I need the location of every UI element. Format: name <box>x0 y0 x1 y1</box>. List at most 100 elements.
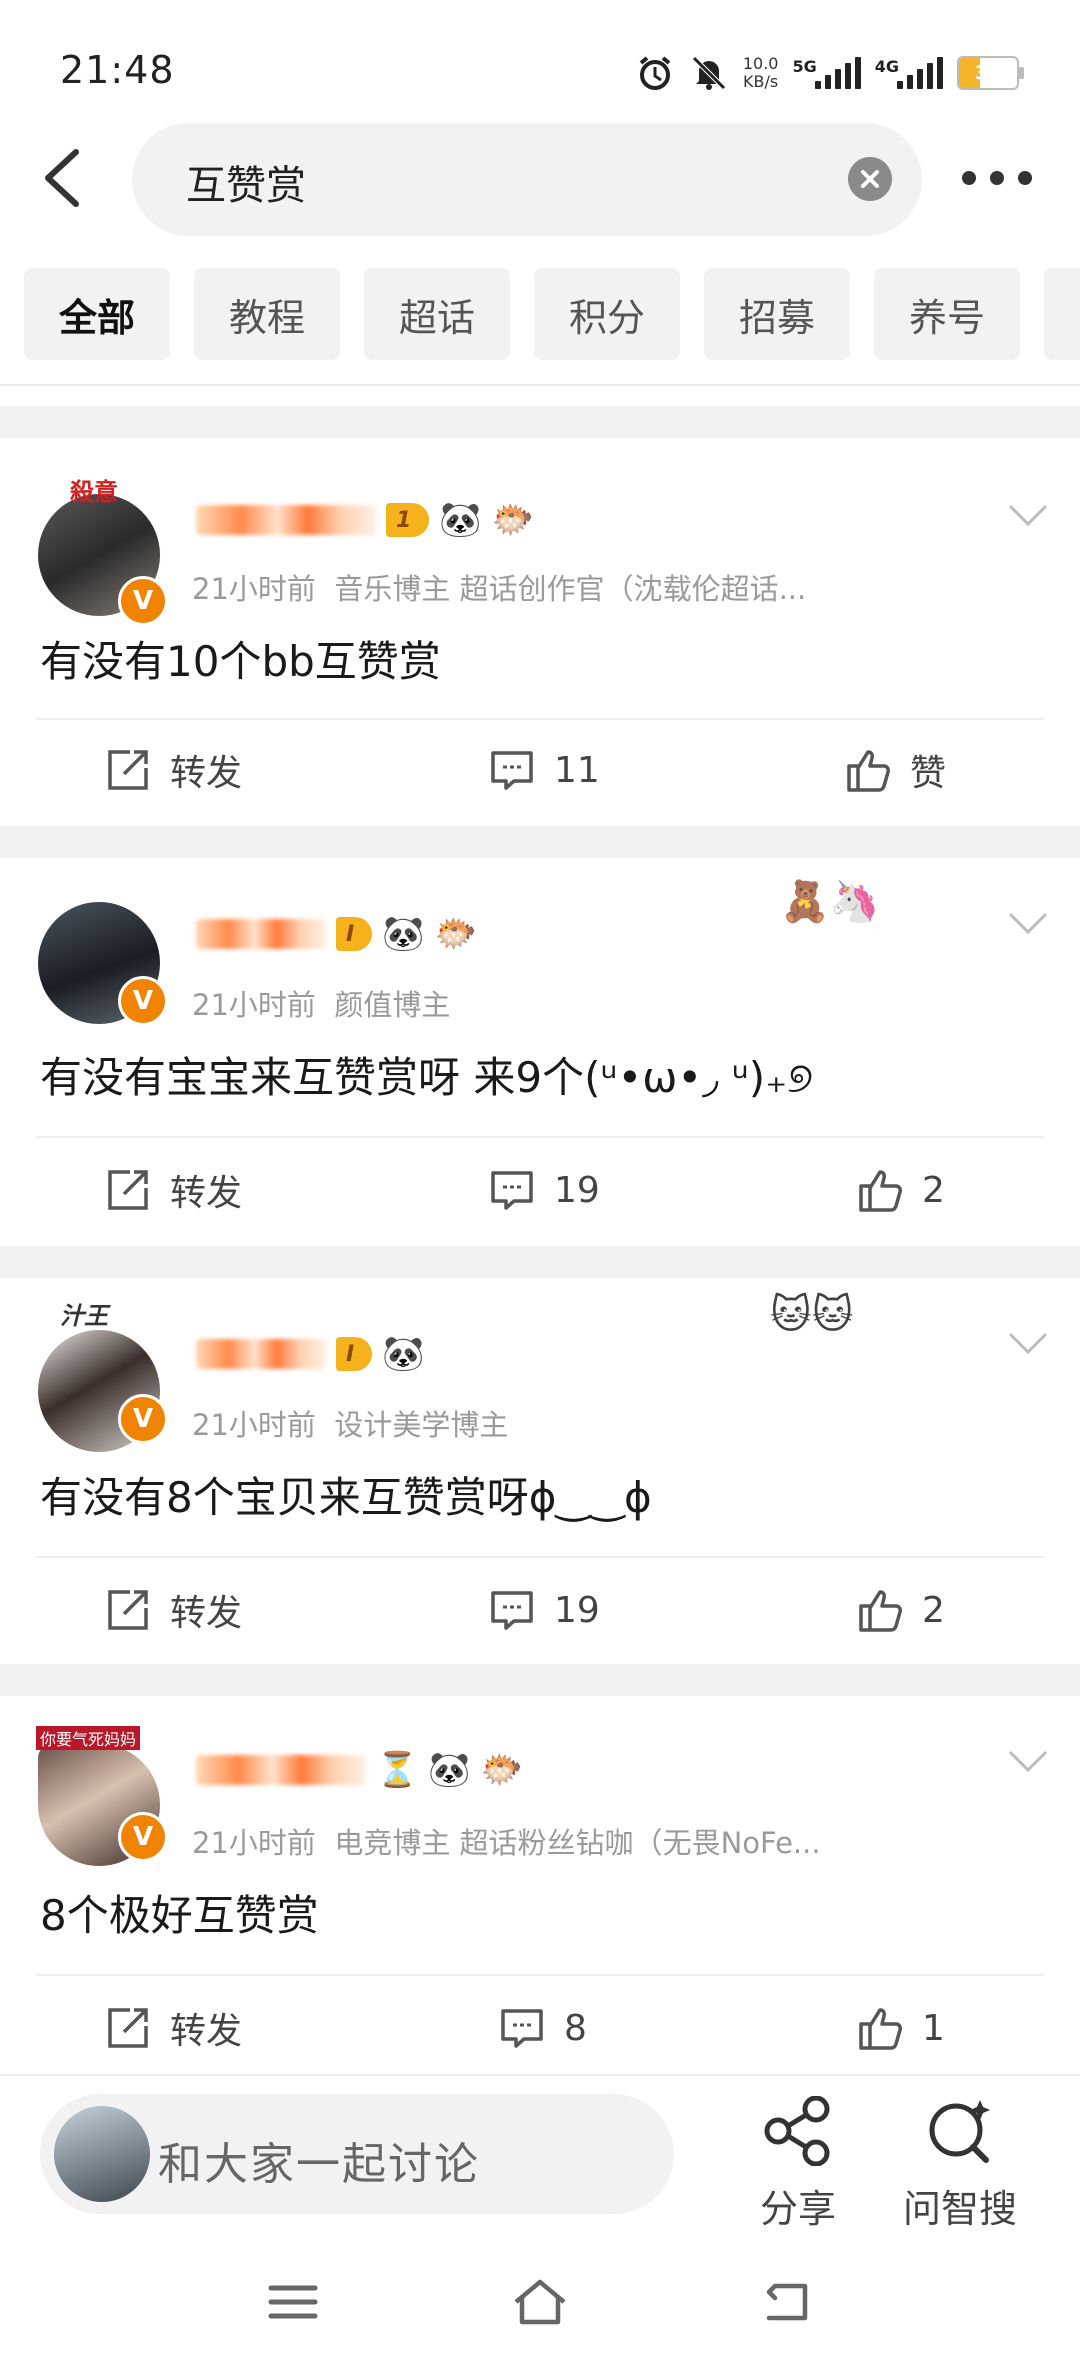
battery-icon: 36 <box>957 56 1024 90</box>
section-gap <box>0 1664 1080 1696</box>
section-gap <box>0 1246 1080 1278</box>
tab-tutorial[interactable]: 教程 <box>194 268 340 360</box>
search-query: 互赞赏 <box>186 163 306 209</box>
forward-button[interactable]: 转发 <box>104 1998 242 2058</box>
comment-icon <box>501 2009 543 2048</box>
post-meta: 21小时前 颜值博主 <box>192 988 451 1022</box>
clear-search-icon[interactable] <box>848 157 892 201</box>
system-nav-bar <box>0 2246 1080 2358</box>
comment-placeholder: 和大家一起讨论 <box>158 2139 480 2190</box>
username-blurred <box>196 505 376 535</box>
level-badge: I <box>336 1337 373 1371</box>
menu-icon[interactable] <box>265 2274 321 2330</box>
forward-button[interactable]: 转发 <box>104 740 242 800</box>
forward-icon <box>108 2008 148 2048</box>
avatar-frame-label: 殺意 <box>70 478 118 506</box>
like-button[interactable]: 赞 <box>844 740 946 800</box>
post-card[interactable]: 汁王 V I 🐼 🐱🐱 21小时前 设计美学博主 有没有8个宝贝来互赞赏呀ɸ‿‿… <box>0 1278 1080 1664</box>
divider <box>36 1556 1044 1558</box>
fish-icon: 🐡 <box>434 914 477 954</box>
comment-button[interactable]: 19 <box>488 1160 600 1220</box>
forward-button[interactable]: 转发 <box>104 1160 242 1220</box>
username-row[interactable]: ⏳ 🐼 🐡 <box>196 1748 523 1792</box>
network-speed: 10.0 KB/s <box>742 54 779 91</box>
chevron-down-icon[interactable] <box>1006 1328 1050 1358</box>
hourglass-icon: ⏳ <box>376 1750 419 1790</box>
verified-badge-icon: V <box>118 976 168 1026</box>
verified-badge-icon: V <box>118 1394 168 1444</box>
username-row[interactable]: I 🐼 <box>196 1332 425 1376</box>
comment-button[interactable]: 19 <box>488 1580 600 1640</box>
divider <box>36 1136 1044 1138</box>
username-blurred <box>196 1339 326 1369</box>
comment-icon <box>491 751 533 790</box>
thumbs-up-icon <box>859 1590 902 1632</box>
like-button[interactable]: 1 <box>856 1998 945 2058</box>
forward-icon <box>108 1170 148 1210</box>
comment-button[interactable]: 8 <box>498 1998 587 2058</box>
post-card[interactable]: 殺意 V 1 🐼 🐡 21小时前 音乐博主 超话创作官（沈载伦超话... 有没有… <box>0 438 1080 826</box>
bell-off-icon <box>692 56 726 90</box>
back-arrow-icon[interactable] <box>38 148 94 208</box>
chevron-down-icon[interactable] <box>1006 1746 1050 1776</box>
search-input[interactable]: 互赞赏 <box>132 123 922 236</box>
post-meta: 21小时前 电竞博主 超话粉丝钻咖（无畏NoFe... <box>192 1826 821 1860</box>
panda-icon: 🐼 <box>439 500 482 540</box>
panda-icon: 🐼 <box>382 1334 425 1374</box>
post-content[interactable]: 有没有宝宝来互赞赏呀 来9个(ᵘ•ω•◞ ᵘ)₊୭ <box>40 1044 813 1105</box>
username-blurred <box>196 1755 366 1785</box>
section-gap <box>0 406 1080 438</box>
post-content[interactable]: 有没有8个宝贝来互赞赏呀ɸ‿‿ɸ <box>40 1464 652 1525</box>
like-button[interactable]: 2 <box>856 1580 945 1640</box>
tab-recruit[interactable]: 招募 <box>704 268 850 360</box>
more-options-button[interactable] <box>962 160 1032 196</box>
comment-icon <box>491 1591 533 1630</box>
chevron-down-icon[interactable] <box>1006 500 1050 530</box>
divider <box>36 1974 1044 1976</box>
back-icon[interactable] <box>759 2274 815 2330</box>
bear-sticker-icon: 🧸🦄 <box>780 879 880 925</box>
share-button[interactable]: 分享 <box>748 2095 848 2233</box>
alarm-icon <box>639 56 671 90</box>
level-badge: 1 <box>386 503 430 537</box>
bottom-action-bar: 和大家一起讨论 分享 问智搜 <box>0 2074 1080 2246</box>
share-icon <box>764 2095 830 2167</box>
fish-icon: 🐡 <box>480 1750 524 1790</box>
chevron-down-icon[interactable] <box>1006 908 1050 938</box>
level-badge: I <box>336 917 373 951</box>
home-icon[interactable] <box>512 2274 568 2330</box>
post-meta: 21小时前 设计美学博主 <box>192 1408 509 1442</box>
post-card[interactable]: 你要气死妈妈 V ⏳ 🐼 🐡 21小时前 电竞博主 超话粉丝钻咖（无畏NoFe.… <box>0 1696 1080 2074</box>
cat-sticker-icon: 🐱🐱 <box>770 1292 854 1338</box>
post-content[interactable]: 有没有10个bb互赞赏 <box>40 628 441 689</box>
comment-icon <box>491 1171 533 1210</box>
avatar-frame-label: 汁王 <box>60 1302 108 1330</box>
post-card[interactable]: V I 🐼 🐡 🧸🦄 21小时前 颜值博主 有没有宝宝来互赞赏呀 来9个(ᵘ•ω… <box>0 858 1080 1246</box>
like-button[interactable]: 2 <box>856 1160 945 1220</box>
tab-account-raising[interactable]: 养号 <box>874 268 1020 360</box>
comment-button[interactable]: 11 <box>488 740 600 800</box>
panda-icon: 🐼 <box>428 1750 471 1790</box>
smart-search-icon <box>929 2100 990 2163</box>
comment-input[interactable]: 和大家一起讨论 <box>40 2094 674 2214</box>
post-meta: 21小时前 音乐博主 超话创作官（沈载伦超话... <box>192 572 807 606</box>
username-row[interactable]: I 🐼 🐡 <box>196 912 477 956</box>
forward-button[interactable]: 转发 <box>104 1580 242 1640</box>
tab-super-topic[interactable]: 超话 <box>364 268 510 360</box>
divider <box>36 718 1044 720</box>
fish-icon: 🐡 <box>491 500 534 540</box>
verified-badge-icon: V <box>118 1812 168 1862</box>
signal-5g-icon: 5G <box>792 57 861 89</box>
tab-more[interactable] <box>1044 268 1080 360</box>
status-time: 21:48 <box>60 48 175 92</box>
filter-tabs: 全部 教程 超话 积分 招募 养号 <box>24 268 1080 360</box>
tab-all[interactable]: 全部 <box>24 268 170 360</box>
post-content[interactable]: 8个极好互赞赏 <box>40 1882 319 1943</box>
forward-icon <box>108 750 148 790</box>
my-avatar <box>54 2106 150 2202</box>
avatar-frame-label: 你要气死妈妈 <box>36 1726 141 1750</box>
forward-icon <box>108 1590 148 1630</box>
ask-search-button[interactable]: 问智搜 <box>890 2096 1030 2233</box>
username-row[interactable]: 1 🐼 🐡 <box>196 498 534 542</box>
tab-points[interactable]: 积分 <box>534 268 680 360</box>
